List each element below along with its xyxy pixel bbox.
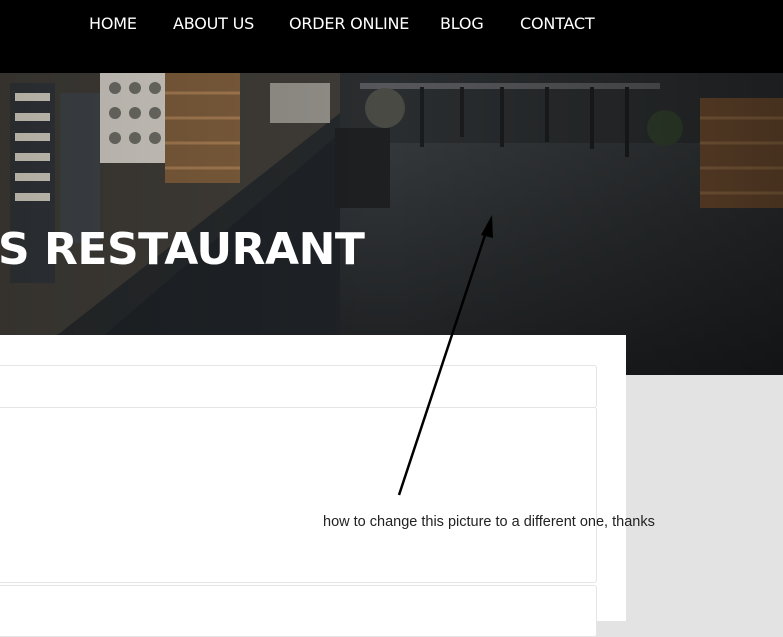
annotation-note: how to change this picture to a differen…	[323, 514, 655, 530]
